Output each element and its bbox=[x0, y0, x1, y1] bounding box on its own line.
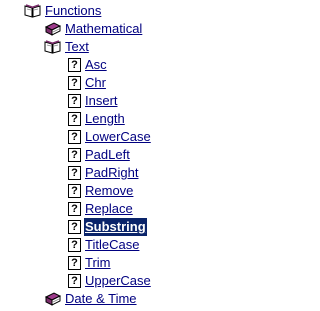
tree-topic-label[interactable]: Remove bbox=[84, 182, 134, 200]
tree-topic-label[interactable]: TitleCase bbox=[84, 236, 140, 254]
help-topic-icon[interactable]: ? bbox=[68, 112, 81, 126]
help-topic-icon[interactable]: ? bbox=[68, 148, 81, 162]
help-topic-icon[interactable]: ? bbox=[68, 94, 81, 108]
tree-topic-label[interactable]: PadLeft bbox=[84, 146, 131, 164]
help-topic-icon[interactable]: ? bbox=[68, 58, 81, 72]
tree-topic-label[interactable]: LowerCase bbox=[84, 128, 152, 146]
tree-label-functions[interactable]: Functions bbox=[44, 2, 102, 20]
tree-topic-label[interactable]: Insert bbox=[84, 92, 119, 110]
tree-topic-label[interactable]: Trim bbox=[84, 254, 112, 272]
tree-node-text[interactable]: Text bbox=[44, 38, 89, 59]
tree-topic-label[interactable]: Chr bbox=[84, 74, 107, 92]
tree-topic-label[interactable]: Asc bbox=[84, 56, 108, 74]
tree-topic-insert[interactable]: ? Insert bbox=[68, 92, 118, 110]
tree-topic-length[interactable]: ? Length bbox=[68, 110, 125, 128]
tree-label-mathematical[interactable]: Mathematical bbox=[64, 20, 143, 38]
help-topic-icon[interactable]: ? bbox=[68, 238, 81, 252]
help-topic-icon[interactable]: ? bbox=[68, 256, 81, 270]
tree-topic-padright[interactable]: ? PadRight bbox=[68, 164, 138, 182]
tree-topic-titlecase[interactable]: ? TitleCase bbox=[68, 236, 139, 254]
tree-topic-label[interactable]: Replace bbox=[84, 200, 134, 218]
tree-node-mathematical[interactable]: Mathematical bbox=[44, 20, 142, 38]
tree-node-date-time[interactable]: Date & Time bbox=[44, 290, 137, 311]
help-topic-icon[interactable]: ? bbox=[68, 184, 81, 198]
tree-label-date-time[interactable]: Date & Time bbox=[64, 290, 138, 308]
tree-topic-label[interactable]: Length bbox=[84, 110, 126, 128]
tree-topic-padleft[interactable]: ? PadLeft bbox=[68, 146, 130, 164]
help-topic-icon[interactable]: ? bbox=[68, 130, 81, 144]
open-book-icon[interactable] bbox=[24, 4, 41, 23]
tree-topic-remove[interactable]: ? Remove bbox=[68, 182, 133, 200]
help-topic-icon[interactable]: ? bbox=[68, 202, 81, 216]
tree-topic-lowercase[interactable]: ? LowerCase bbox=[68, 128, 151, 146]
tree-label-text[interactable]: Text bbox=[64, 38, 90, 56]
help-topic-icon[interactable]: ? bbox=[68, 220, 81, 234]
help-topic-icon[interactable]: ? bbox=[68, 274, 81, 288]
tree-topic-asc[interactable]: ? Asc bbox=[68, 56, 107, 74]
tree-node-functions[interactable]: Functions bbox=[24, 2, 101, 23]
tree-topic-substring[interactable]: ? Substring bbox=[68, 218, 147, 236]
tree-topic-label-selected[interactable]: Substring bbox=[84, 218, 147, 236]
tree-topic-chr[interactable]: ? Chr bbox=[68, 74, 106, 92]
tree-topic-uppercase[interactable]: ? UpperCase bbox=[68, 272, 151, 290]
tree-topic-label[interactable]: UpperCase bbox=[84, 272, 152, 290]
help-topic-icon[interactable]: ? bbox=[68, 76, 81, 90]
tree-topic-label[interactable]: PadRight bbox=[84, 164, 139, 182]
closed-book-icon[interactable] bbox=[44, 292, 62, 311]
open-book-icon[interactable] bbox=[44, 40, 61, 59]
help-topic-icon[interactable]: ? bbox=[68, 166, 81, 180]
tree-topic-trim[interactable]: ? Trim bbox=[68, 254, 111, 272]
tree-topic-replace[interactable]: ? Replace bbox=[68, 200, 133, 218]
